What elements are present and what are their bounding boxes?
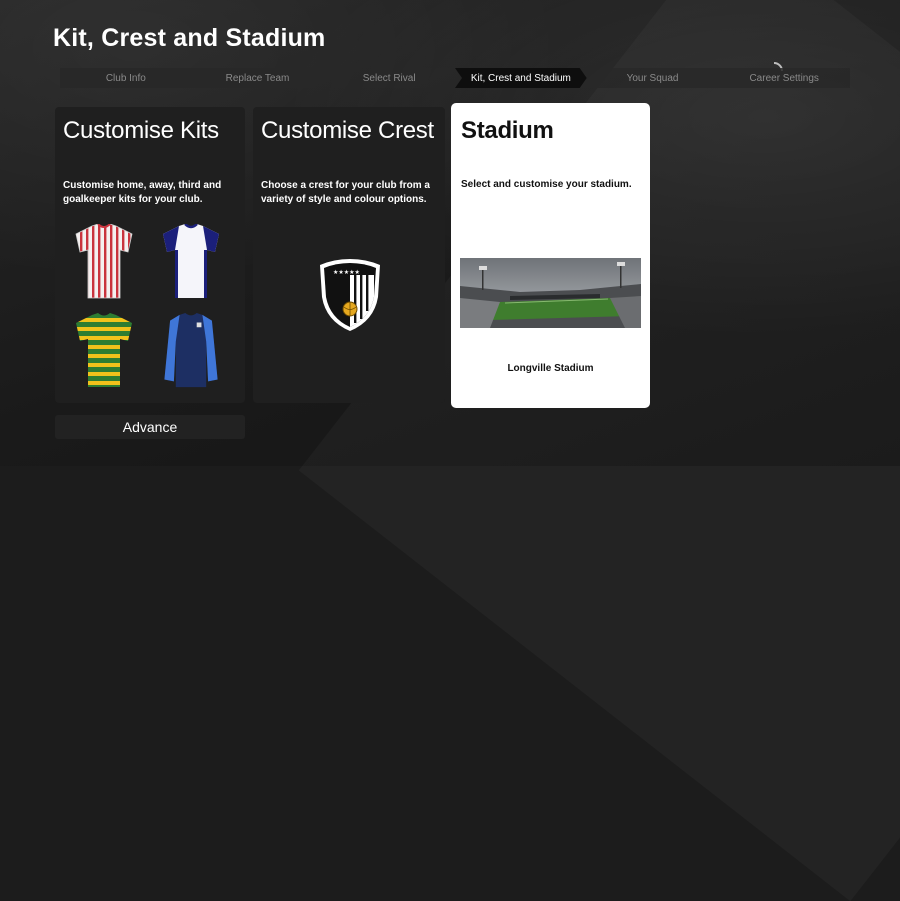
step-select-rival[interactable]: Select Rival (323, 68, 455, 88)
kits-card-description: Customise home, away, third and goalkeep… (63, 180, 222, 205)
kits-card-title: Customise Kits (63, 117, 219, 144)
goalkeeper-kit-icon (164, 313, 218, 388)
stadium-card-title: Stadium (461, 117, 554, 144)
third-kit-icon (76, 313, 132, 387)
stadium-card-description: Select and customise your stadium. (461, 179, 632, 190)
progress-stepper: Club Info Replace Team Select Rival Kit,… (60, 68, 850, 88)
step-club-info[interactable]: Club Info (60, 68, 192, 88)
customise-kits-card[interactable]: Customise Kits Customise home, away, thi… (55, 107, 245, 403)
step-career-settings[interactable]: Career Settings (718, 68, 850, 88)
step-your-squad[interactable]: Your Squad (587, 68, 719, 88)
away-kit-icon (163, 224, 219, 298)
home-kit-icon (75, 224, 133, 299)
page-title: Kit, Crest and Stadium (53, 24, 326, 52)
step-kit-crest-stadium[interactable]: Kit, Crest and Stadium (455, 68, 587, 88)
svg-text:★★★★★: ★★★★★ (333, 269, 360, 276)
crest-card-title: Customise Crest (261, 117, 434, 144)
customise-crest-card[interactable]: Customise Crest Choose a crest for your … (253, 107, 445, 403)
stadium-card[interactable]: Stadium Select and customise your stadiu… (451, 103, 650, 408)
step-replace-team[interactable]: Replace Team (192, 68, 324, 88)
crest-card-description: Choose a crest for your club from a vari… (261, 180, 430, 205)
stadium-name-label: Longville Stadium (507, 363, 594, 374)
shield-crest-icon: ★★★★★ (320, 259, 380, 331)
advance-button[interactable]: Advance (55, 415, 245, 439)
stadium-image (460, 258, 641, 328)
